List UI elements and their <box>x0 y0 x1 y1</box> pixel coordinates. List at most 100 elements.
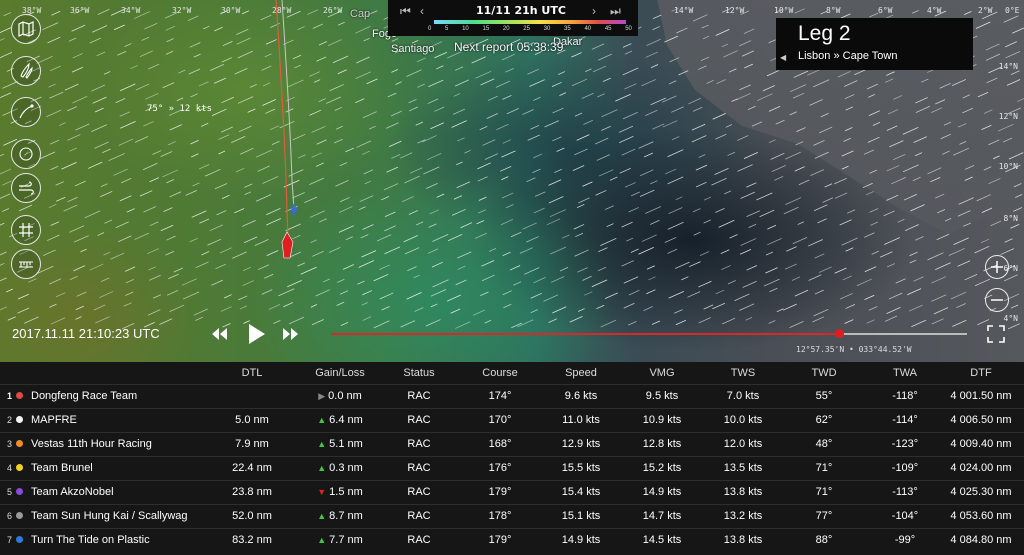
speed-cell: 9.6 kts <box>548 383 614 408</box>
fullscreen-icon[interactable] <box>986 324 1006 344</box>
boats-button[interactable] <box>11 56 41 86</box>
course-cell: 174° <box>452 383 548 408</box>
tws-cell: 13.8 kts <box>710 527 776 552</box>
tws-cell: 7.0 kts <box>710 383 776 408</box>
trend-up-icon: ▲ <box>317 439 327 449</box>
table-row[interactable]: 7 Turn The Tide on Plastic 83.2 nm ▲ 7.7 nm R… <box>0 527 1024 552</box>
header-vmg[interactable]: VMG <box>614 362 710 384</box>
team-cell[interactable]: MAPFRE <box>16 407 210 432</box>
rank-cell: 2 <box>0 407 16 432</box>
wind-readout: 75° » 12 kts <box>147 104 213 114</box>
lon-label: 14°W <box>674 6 694 15</box>
table-row[interactable]: 6 Team Sun Hung Kai / Scallywag 52.0 nm ▲ 8.… <box>0 503 1024 528</box>
twa-cell: -123° <box>872 431 938 456</box>
header-dtf[interactable]: DTF <box>938 362 1024 384</box>
grid-button[interactable] <box>11 215 41 245</box>
trend-up-icon: ▲ <box>317 415 327 425</box>
play-icon[interactable] <box>247 322 267 346</box>
twa-cell: -113° <box>872 479 938 504</box>
status-cell: RAC <box>386 455 452 480</box>
table-row[interactable]: 4 Team Brunel 22.4 nm ▲ 0.3 nm RAC 176° 15.5 kt… <box>0 455 1024 480</box>
team-name: MAPFRE <box>31 414 77 426</box>
twd-cell: 55° <box>776 383 872 408</box>
vmg-cell: 10.9 kts <box>614 407 710 432</box>
gain-cell: ▲ 7.7 nm <box>294 527 386 552</box>
gain-value: 7.7 nm <box>329 534 363 547</box>
team-name: Dongfeng Race Team <box>31 390 138 402</box>
lon-label: 36°W <box>70 6 90 15</box>
team-cell[interactable]: Team Brunel <box>16 455 210 480</box>
timeline-progress <box>331 333 840 335</box>
dtf-cell: 4 025.30 nm <box>938 479 1024 504</box>
tws-cell: 10.0 kts <box>710 407 776 432</box>
table-row[interactable]: 5 Team AkzoNobel 23.8 nm ▼ 1.5 nm RAC 179° 15.4… <box>0 479 1024 504</box>
map-layers-button[interactable] <box>11 14 41 44</box>
playback-timeline[interactable] <box>331 329 967 338</box>
lon-label: 4°W <box>927 6 942 15</box>
table-row[interactable]: 3 Vestas 11th Hour Racing 7.9 nm ▲ 5.1 nm RAC… <box>0 431 1024 456</box>
vmg-cell: 9.5 kts <box>614 383 710 408</box>
lon-label: 28°W <box>272 6 292 15</box>
dtf-cell: 4 024.00 nm <box>938 455 1024 480</box>
status-cell: RAC <box>386 407 452 432</box>
header-gain-loss[interactable]: Gain/Loss <box>294 362 386 384</box>
wind-button[interactable] <box>11 173 41 203</box>
status-cell: RAC <box>386 431 452 456</box>
step-forward-icon[interactable]: › <box>592 4 596 18</box>
scale-tick: 40 <box>584 26 592 32</box>
scale-tick: 50 <box>625 26 632 32</box>
scale-tick: 20 <box>502 26 510 32</box>
rank-cell: 3 <box>0 431 16 456</box>
wind-icon <box>19 181 34 195</box>
table-row[interactable]: 2 MAPFRE 5.0 nm ▲ 6.4 nm RAC 170° 11.0 kts 10.9 … <box>0 407 1024 432</box>
rewind-icon[interactable] <box>210 326 228 342</box>
team-cell[interactable]: Team AkzoNobel <box>16 479 210 504</box>
lon-label: 12°W <box>725 6 745 15</box>
team-cell[interactable]: Team Sun Hung Kai / Scallywag <box>16 503 210 528</box>
header-status[interactable]: Status <box>386 362 452 384</box>
header-twa[interactable]: TWA <box>872 362 938 384</box>
fast-forward-icon[interactable] <box>282 326 300 342</box>
zoom-in-button[interactable] <box>985 255 1009 279</box>
gain-cell: ▲ 0.3 nm <box>294 455 386 480</box>
step-back-icon[interactable]: ‹ <box>420 4 424 18</box>
skip-back-icon[interactable]: ⏮ <box>400 4 411 19</box>
caret-left-icon[interactable]: ◀ <box>780 53 786 62</box>
layers-icon <box>18 21 34 37</box>
lat-label: 14°N <box>998 62 1018 71</box>
header-dtl[interactable]: DTL <box>210 362 294 384</box>
lat-label: 8°N <box>1003 214 1018 223</box>
team-cell[interactable]: Dongfeng Race Team <box>16 383 210 408</box>
trend-down-icon: ▼ <box>317 487 327 497</box>
ruler-button[interactable] <box>11 249 41 279</box>
gain-value: 0.3 nm <box>329 462 363 474</box>
lon-label: 6°W <box>878 6 893 15</box>
gain-value: 0.0 nm <box>328 390 362 402</box>
team-cell[interactable]: Turn The Tide on Plastic <box>16 527 210 552</box>
team-cell[interactable]: Vestas 11th Hour Racing <box>16 431 210 456</box>
rank-cell: 5 <box>0 479 16 504</box>
tws-cell: 12.0 kts <box>710 431 776 456</box>
table-row[interactable]: 1 Dongfeng Race Team ▶ 0.0 nm RAC 174° 9.6 kts… <box>0 383 1024 408</box>
boat-marker-blue[interactable] <box>291 203 297 216</box>
ruler-icon <box>19 261 33 268</box>
trend-up-icon: ▲ <box>317 463 327 473</box>
rank-cell: 1 <box>0 383 16 408</box>
header-rank <box>0 362 16 384</box>
skip-forward-icon[interactable]: ⏭ <box>610 4 621 19</box>
zoom-out-button[interactable] <box>985 288 1009 312</box>
team-color-dot-icon <box>16 536 23 544</box>
scale-tick: 45 <box>604 26 612 32</box>
header-tws[interactable]: TWS <box>710 362 776 384</box>
compass-button[interactable] <box>11 139 41 169</box>
leaderboard: DTL Gain/Loss Status Course Speed VMG TW… <box>0 362 1024 555</box>
header-speed[interactable]: Speed <box>548 362 614 384</box>
boat-marker-red[interactable] <box>281 231 294 259</box>
header-course[interactable]: Course <box>452 362 548 384</box>
race-map[interactable]: 38°W 36°W 34°W 32°W 30°W 28°W 26°W 14°W … <box>0 0 1024 362</box>
scale-tick: 0 <box>428 26 432 32</box>
header-twd[interactable]: TWD <box>776 362 872 384</box>
leg-info-box[interactable]: Leg 2 ◀ Lisbon » Cape Town <box>776 18 973 70</box>
gain-value: 5.1 nm <box>329 438 363 450</box>
route-button[interactable] <box>11 97 41 127</box>
